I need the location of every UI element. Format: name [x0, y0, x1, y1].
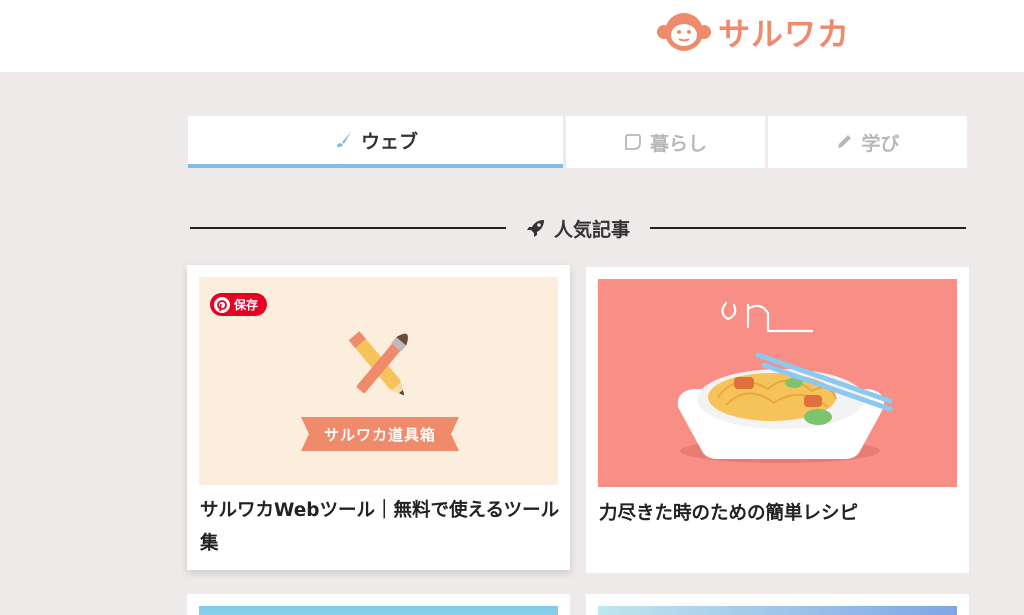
article-thumbnail	[598, 606, 957, 615]
pinterest-icon	[214, 296, 230, 313]
tab-kurashi[interactable]: 暮らし	[566, 116, 765, 168]
category-tabs: ウェブ 暮らし 学び	[188, 116, 967, 168]
tab-manabi[interactable]: 学び	[768, 116, 967, 168]
popular-articles-heading: 人気記事	[190, 210, 967, 246]
save-label: 保存	[234, 298, 259, 312]
pasta-illustration	[677, 301, 893, 463]
divider-line	[650, 227, 967, 229]
section-heading-center: 人気記事	[506, 215, 650, 242]
brush-pencil-illustration	[348, 331, 408, 396]
site-header: サルワカ	[0, 0, 1024, 72]
tab-web[interactable]: ウェブ	[188, 116, 563, 168]
article-card[interactable]: 力尽きた時のための簡単レシピ	[586, 267, 969, 573]
article-title[interactable]: サルワカWebツール｜無料で使えるツール集	[200, 494, 560, 560]
article-thumbnail	[199, 606, 558, 615]
logo-text: サルワカ	[718, 15, 851, 53]
divider-line	[190, 227, 506, 229]
article-thumbnail: 保存 サルワカ道具箱	[199, 277, 558, 485]
article-card[interactable]: 保存 サルワカ道具箱 サルワカWebツール｜無料で使えるツール集	[187, 265, 570, 570]
tab-label: ウェブ	[360, 130, 418, 153]
pencil-icon	[838, 135, 852, 148]
toolbox-banner: サルワカ道具箱	[301, 417, 459, 451]
brush-icon	[336, 132, 351, 147]
rocket-icon	[527, 220, 544, 237]
tab-label: 暮らし	[649, 132, 707, 155]
tab-label: 学び	[861, 132, 900, 155]
leaf-icon	[625, 134, 641, 150]
article-card[interactable]	[586, 594, 969, 615]
article-card[interactable]	[187, 594, 570, 615]
article-thumbnail	[598, 279, 957, 487]
article-title[interactable]: 力尽きた時のための簡単レシピ	[599, 497, 959, 530]
site-logo[interactable]: サルワカ	[656, 8, 850, 56]
section-title-text: 人気記事	[554, 218, 631, 241]
monkey-logo-icon	[657, 13, 711, 51]
pinterest-save-button[interactable]: 保存	[210, 293, 268, 316]
